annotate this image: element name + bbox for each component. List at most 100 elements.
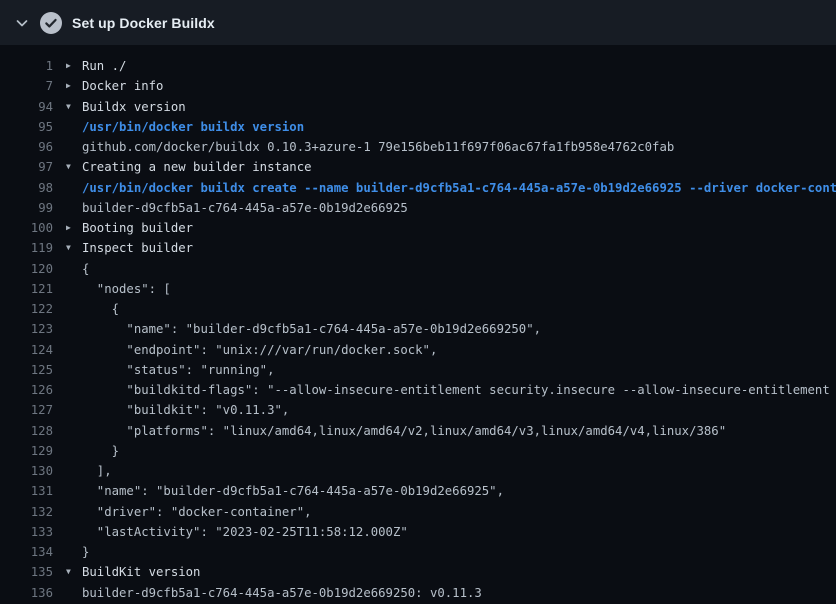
- group-toggle-icon[interactable]: ▼: [66, 562, 82, 582]
- log-line: 98 /usr/bin/docker buildx create --name …: [0, 178, 836, 198]
- marker-spacer: [66, 299, 82, 319]
- log-viewer: 1 ▶ Run ./ 7 ▶ Docker info 94 ▼ Buildx v…: [0, 45, 836, 603]
- line-number[interactable]: 120: [0, 259, 53, 279]
- log-text: "buildkitd-flags": "--allow-insecure-ent…: [82, 380, 836, 400]
- line-number[interactable]: 124: [0, 340, 53, 360]
- log-text: {: [82, 299, 119, 319]
- line-number[interactable]: 132: [0, 502, 53, 522]
- log-line: 132 "driver": "docker-container",: [0, 502, 836, 522]
- log-line: 121 "nodes": [: [0, 279, 836, 299]
- line-number[interactable]: 1: [0, 56, 53, 76]
- marker-spacer: [66, 502, 82, 522]
- line-number[interactable]: 133: [0, 522, 53, 542]
- line-number[interactable]: 94: [0, 97, 53, 117]
- step-header[interactable]: Set up Docker Buildx: [0, 0, 836, 45]
- log-text: BuildKit version: [82, 562, 200, 582]
- group-toggle-icon[interactable]: ▼: [66, 97, 82, 117]
- log-line[interactable]: 94 ▼ Buildx version: [0, 97, 836, 117]
- log-text: github.com/docker/buildx 0.10.3+azure-1 …: [82, 137, 674, 157]
- line-number[interactable]: 135: [0, 562, 53, 582]
- marker-spacer: [66, 178, 82, 198]
- log-text: "platforms": "linux/amd64,linux/amd64/v2…: [82, 421, 726, 441]
- log-line: 123 "name": "builder-d9cfb5a1-c764-445a-…: [0, 319, 836, 339]
- log-text: ],: [82, 461, 112, 481]
- log-line: 122 {: [0, 299, 836, 319]
- marker-spacer: [66, 279, 82, 299]
- log-line[interactable]: 135 ▼ BuildKit version: [0, 562, 836, 582]
- marker-spacer: [66, 259, 82, 279]
- line-number[interactable]: 95: [0, 117, 53, 137]
- line-number[interactable]: 134: [0, 542, 53, 562]
- group-toggle-icon[interactable]: ▶: [66, 218, 82, 238]
- line-number[interactable]: 125: [0, 360, 53, 380]
- log-text: "name": "builder-d9cfb5a1-c764-445a-a57e…: [82, 481, 504, 501]
- log-line[interactable]: 100 ▶ Booting builder: [0, 218, 836, 238]
- line-number[interactable]: 121: [0, 279, 53, 299]
- marker-spacer: [66, 583, 82, 603]
- line-number[interactable]: 7: [0, 76, 53, 96]
- line-number[interactable]: 123: [0, 319, 53, 339]
- group-toggle-icon[interactable]: ▼: [66, 238, 82, 258]
- marker-spacer: [66, 137, 82, 157]
- log-line[interactable]: 7 ▶ Docker info: [0, 76, 836, 96]
- group-toggle-icon[interactable]: ▼: [66, 157, 82, 177]
- log-text: }: [82, 542, 89, 562]
- log-line[interactable]: 119 ▼ Inspect builder: [0, 238, 836, 258]
- log-text: /usr/bin/docker buildx create --name bui…: [82, 178, 836, 198]
- line-number[interactable]: 98: [0, 178, 53, 198]
- log-text: Buildx version: [82, 97, 186, 117]
- line-number[interactable]: 128: [0, 421, 53, 441]
- marker-spacer: [66, 400, 82, 420]
- log-text: "nodes": [: [82, 279, 171, 299]
- log-lines: 1 ▶ Run ./ 7 ▶ Docker info 94 ▼ Buildx v…: [0, 56, 836, 603]
- marker-spacer: [66, 461, 82, 481]
- line-number[interactable]: 100: [0, 218, 53, 238]
- log-text: {: [82, 259, 89, 279]
- log-line: 136 builder-d9cfb5a1-c764-445a-a57e-0b19…: [0, 583, 836, 603]
- check-circle-icon: [40, 12, 62, 34]
- group-toggle-icon[interactable]: ▶: [66, 76, 82, 96]
- log-text: "endpoint": "unix:///var/run/docker.sock…: [82, 340, 437, 360]
- line-number[interactable]: 122: [0, 299, 53, 319]
- marker-spacer: [66, 319, 82, 339]
- log-text: "buildkit": "v0.11.3",: [82, 400, 289, 420]
- marker-spacer: [66, 542, 82, 562]
- log-text: builder-d9cfb5a1-c764-445a-a57e-0b19d2e6…: [82, 198, 408, 218]
- line-number[interactable]: 131: [0, 481, 53, 501]
- marker-spacer: [66, 380, 82, 400]
- marker-spacer: [66, 340, 82, 360]
- line-number[interactable]: 129: [0, 441, 53, 461]
- line-number[interactable]: 130: [0, 461, 53, 481]
- marker-spacer: [66, 198, 82, 218]
- log-line[interactable]: 97 ▼ Creating a new builder instance: [0, 157, 836, 177]
- log-line: 131 "name": "builder-d9cfb5a1-c764-445a-…: [0, 481, 836, 501]
- line-number[interactable]: 97: [0, 157, 53, 177]
- marker-spacer: [66, 441, 82, 461]
- marker-spacer: [66, 117, 82, 137]
- log-line: 129 }: [0, 441, 836, 461]
- log-line: 99 builder-d9cfb5a1-c764-445a-a57e-0b19d…: [0, 198, 836, 218]
- marker-spacer: [66, 360, 82, 380]
- log-text: builder-d9cfb5a1-c764-445a-a57e-0b19d2e6…: [82, 583, 482, 603]
- log-text: Creating a new builder instance: [82, 157, 312, 177]
- line-number[interactable]: 99: [0, 198, 53, 218]
- line-number[interactable]: 136: [0, 583, 53, 603]
- line-number[interactable]: 126: [0, 380, 53, 400]
- log-text: /usr/bin/docker buildx version: [82, 117, 304, 137]
- line-number[interactable]: 96: [0, 137, 53, 157]
- log-line: 96 github.com/docker/buildx 0.10.3+azure…: [0, 137, 836, 157]
- log-line: 125 "status": "running",: [0, 360, 836, 380]
- log-text: Docker info: [82, 76, 163, 96]
- log-line: 134 }: [0, 542, 836, 562]
- log-text: "driver": "docker-container",: [82, 502, 312, 522]
- chevron-down-icon[interactable]: [14, 15, 30, 31]
- log-line[interactable]: 1 ▶ Run ./: [0, 56, 836, 76]
- log-line: 127 "buildkit": "v0.11.3",: [0, 400, 836, 420]
- line-number[interactable]: 119: [0, 238, 53, 258]
- marker-spacer: [66, 522, 82, 542]
- group-toggle-icon[interactable]: ▶: [66, 56, 82, 76]
- log-line: 128 "platforms": "linux/amd64,linux/amd6…: [0, 421, 836, 441]
- line-number[interactable]: 127: [0, 400, 53, 420]
- log-line: 95 /usr/bin/docker buildx version: [0, 117, 836, 137]
- log-text: Inspect builder: [82, 238, 193, 258]
